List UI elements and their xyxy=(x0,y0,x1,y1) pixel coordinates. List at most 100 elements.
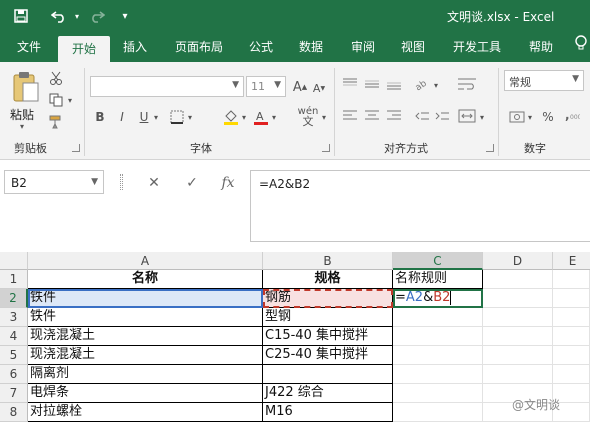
grip-icon[interactable] xyxy=(120,174,123,190)
copy-dropdown-icon[interactable]: ▾ xyxy=(66,94,74,106)
select-all-corner[interactable] xyxy=(0,252,28,270)
row-header-6[interactable]: 6 xyxy=(0,365,28,384)
tab-page-layout[interactable]: 页面布局 xyxy=(166,33,232,62)
cell-d4[interactable] xyxy=(483,327,553,346)
row-header-8[interactable]: 8 xyxy=(0,403,28,422)
customize-quick-access-icon[interactable]: ▾ xyxy=(118,6,132,26)
cell-a7[interactable]: 电焊条 xyxy=(28,384,263,403)
paste-dropdown-icon[interactable]: ▾ xyxy=(20,122,24,131)
clipboard-launcher-icon[interactable] xyxy=(72,144,80,152)
cell-e5[interactable] xyxy=(553,346,590,365)
row-header-7[interactable]: 7 xyxy=(0,384,28,403)
align-left-icon[interactable] xyxy=(342,108,358,124)
cut-icon[interactable] xyxy=(48,70,64,86)
tab-insert[interactable]: 插入 xyxy=(114,33,156,62)
row-header-4[interactable]: 4 xyxy=(0,327,28,346)
cell-a2[interactable]: 铁件 xyxy=(28,289,263,308)
phonetic-guide-button[interactable]: wén 文 xyxy=(296,106,320,128)
cell-c3[interactable] xyxy=(393,308,483,327)
comma-style-icon[interactable]: , 000 xyxy=(562,108,582,126)
column-header-b[interactable]: B xyxy=(263,252,393,270)
borders-icon[interactable] xyxy=(168,108,186,126)
increase-indent-icon[interactable] xyxy=(434,108,450,124)
cell-b7[interactable]: J422 综合 xyxy=(263,384,393,403)
font-launcher-icon[interactable] xyxy=(322,144,330,152)
column-header-c[interactable]: C xyxy=(393,252,483,270)
bold-button[interactable]: B xyxy=(92,108,108,126)
font-name-combo[interactable]: ▼ xyxy=(90,76,244,97)
tab-home[interactable]: 开始 xyxy=(58,36,110,62)
cell-a4[interactable]: 现浇混凝土 xyxy=(28,327,263,346)
cell-c1[interactable]: 名称规则 xyxy=(393,270,483,289)
decrease-font-size-icon[interactable]: A ▼ xyxy=(312,80,326,96)
format-painter-icon[interactable] xyxy=(48,114,64,130)
cell-a5[interactable]: 现浇混凝土 xyxy=(28,346,263,365)
tab-formulas[interactable]: 公式 xyxy=(240,33,282,62)
tab-data[interactable]: 数据 xyxy=(290,33,332,62)
align-center-icon[interactable] xyxy=(364,108,380,124)
cell-a6[interactable]: 隔离剂 xyxy=(28,365,263,384)
paste-label[interactable]: 粘贴 xyxy=(10,106,34,123)
row-header-1[interactable]: 1 xyxy=(0,270,28,289)
row-header-3[interactable]: 3 xyxy=(0,308,28,327)
tab-file[interactable]: 文件 xyxy=(8,33,50,62)
cell-d6[interactable] xyxy=(483,365,553,384)
cell-c7[interactable] xyxy=(393,384,483,403)
cancel-icon[interactable]: ✕ xyxy=(142,172,166,194)
fill-color-dropdown-icon[interactable]: ▾ xyxy=(240,110,248,124)
cell-b8[interactable]: M16 xyxy=(263,403,393,422)
underline-button[interactable]: U xyxy=(136,108,152,126)
column-header-d[interactable]: D xyxy=(483,252,553,270)
tab-review[interactable]: 审阅 xyxy=(342,33,384,62)
italic-button[interactable]: I xyxy=(114,108,130,126)
cell-e6[interactable] xyxy=(553,365,590,384)
cell-b4[interactable]: C15-40 集中搅拌 xyxy=(263,327,393,346)
wrap-text-icon[interactable] xyxy=(456,76,478,92)
align-bottom-icon[interactable] xyxy=(386,76,402,92)
cell-b6[interactable] xyxy=(263,365,393,384)
lightbulb-icon[interactable] xyxy=(572,33,590,62)
save-icon[interactable] xyxy=(10,6,32,26)
phonetic-dropdown-icon[interactable]: ▾ xyxy=(320,110,328,124)
row-header-5[interactable]: 5 xyxy=(0,346,28,365)
column-header-e[interactable]: E xyxy=(553,252,590,270)
cell-b2[interactable]: 钢筋 xyxy=(263,289,393,308)
accounting-format-icon[interactable] xyxy=(508,108,526,126)
cell-a8[interactable]: 对拉螺栓 xyxy=(28,403,263,422)
align-middle-icon[interactable] xyxy=(364,76,380,92)
name-box[interactable]: B2 ▼ xyxy=(4,170,104,194)
merge-center-icon[interactable] xyxy=(456,108,478,124)
cell-e4[interactable] xyxy=(553,327,590,346)
cell-b5[interactable]: C25-40 集中搅拌 xyxy=(263,346,393,365)
number-format-combo[interactable]: 常规 ▼ xyxy=(504,70,584,91)
cell-a3[interactable]: 铁件 xyxy=(28,308,263,327)
cell-e3[interactable] xyxy=(553,308,590,327)
cell-a1[interactable]: 名称 xyxy=(28,270,263,289)
orientation-dropdown-icon[interactable]: ▾ xyxy=(432,78,440,92)
alignment-launcher-icon[interactable] xyxy=(486,144,494,152)
undo-dropdown-icon[interactable]: ▾ xyxy=(72,6,82,26)
redo-icon[interactable] xyxy=(86,6,108,26)
paste-icon[interactable] xyxy=(8,70,44,106)
orientation-icon[interactable]: ab xyxy=(414,76,430,92)
font-color-dropdown-icon[interactable]: ▾ xyxy=(270,110,278,124)
cell-c8[interactable] xyxy=(393,403,483,422)
increase-font-size-icon[interactable]: A ▲ xyxy=(292,78,308,96)
formula-input[interactable]: =A2&B2 xyxy=(250,170,590,242)
cell-d1[interactable] xyxy=(483,270,553,289)
enter-icon[interactable]: ✓ xyxy=(180,172,204,194)
cell-e1[interactable] xyxy=(553,270,590,289)
cell-c4[interactable] xyxy=(393,327,483,346)
font-color-icon[interactable]: A xyxy=(252,108,270,126)
insert-function-button[interactable]: fx xyxy=(216,172,240,194)
cell-d3[interactable] xyxy=(483,308,553,327)
cell-d5[interactable] xyxy=(483,346,553,365)
align-right-icon[interactable] xyxy=(386,108,402,124)
cell-b1[interactable]: 规格 xyxy=(263,270,393,289)
cell-d2[interactable] xyxy=(483,289,553,308)
row-header-2[interactable]: 2 xyxy=(0,289,28,308)
column-header-a[interactable]: A xyxy=(28,252,263,270)
cell-b3[interactable]: 型钢 xyxy=(263,308,393,327)
underline-dropdown-icon[interactable]: ▾ xyxy=(152,110,160,124)
cell-e2[interactable] xyxy=(553,289,590,308)
